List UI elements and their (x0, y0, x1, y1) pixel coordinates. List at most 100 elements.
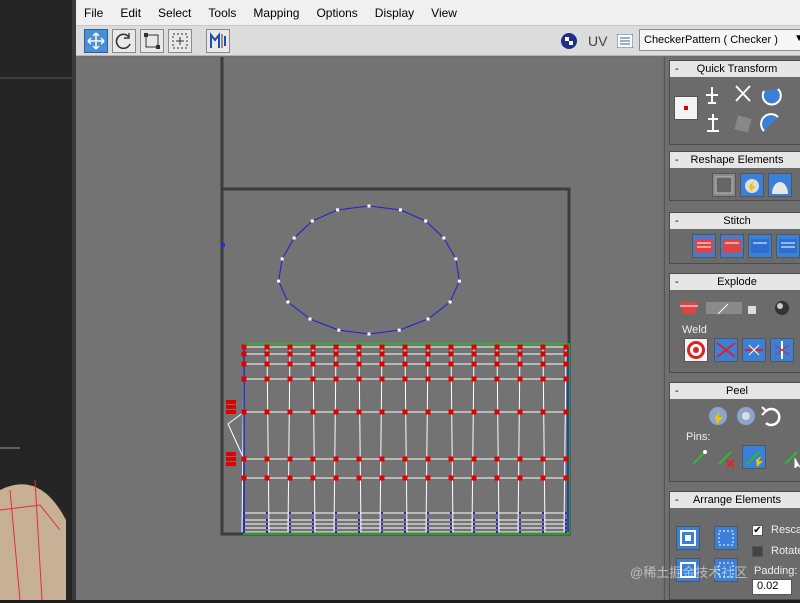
uv-vertex[interactable] (540, 475, 546, 481)
stitch-source-button[interactable] (720, 234, 744, 258)
explode-header[interactable]: - Explode (670, 274, 800, 290)
uv-vertex-small[interactable] (450, 531, 452, 533)
uv-vertex[interactable] (356, 361, 362, 367)
uv-vertex[interactable] (333, 456, 339, 462)
uv-vertex-small[interactable] (358, 519, 360, 521)
uv-vertex-small[interactable] (473, 512, 475, 514)
uv-vertex-small[interactable] (335, 531, 337, 533)
texture-list-icon[interactable] (617, 34, 633, 48)
uv-vertex-small[interactable] (404, 531, 406, 533)
uv-vertex-small[interactable] (496, 519, 498, 521)
texture-dropdown[interactable]: CheckerPattern ( Checker ) ▼ (639, 29, 800, 51)
uv-vertex[interactable] (310, 219, 314, 223)
uv-vertex-small[interactable] (519, 531, 521, 533)
uv-vertex[interactable] (563, 456, 569, 462)
uv-vertex[interactable] (264, 376, 270, 382)
uv-vertex[interactable] (448, 456, 454, 462)
uv-vertex[interactable] (517, 409, 523, 415)
uv-vertex[interactable] (356, 344, 362, 350)
menu-tools[interactable]: Tools (206, 6, 238, 20)
stitch-average-button[interactable] (748, 234, 772, 258)
uv-vertex[interactable] (356, 475, 362, 481)
uv-vertex[interactable] (333, 351, 339, 357)
uv-flap-vertex[interactable] (226, 405, 236, 409)
uv-vertex-small[interactable] (404, 512, 406, 514)
uv-vertex[interactable] (471, 456, 477, 462)
uv-vertex-small[interactable] (335, 512, 337, 514)
peel-header[interactable]: - Peel (670, 383, 800, 399)
uv-vertex-small[interactable] (542, 512, 544, 514)
uv-vertex[interactable] (494, 475, 500, 481)
explode-icons[interactable] (678, 296, 800, 320)
menu-mapping[interactable]: Mapping (251, 6, 301, 20)
uv-vertex-small[interactable] (450, 527, 452, 529)
uv-vertex[interactable] (454, 257, 458, 261)
uv-vertex-small[interactable] (289, 531, 291, 533)
uv-vertex[interactable] (264, 409, 270, 415)
uv-vertex[interactable] (241, 475, 247, 481)
uv-vertex-small[interactable] (565, 527, 567, 529)
uv-vertex[interactable] (426, 317, 430, 321)
uv-vertex-small[interactable] (381, 512, 383, 514)
uv-vertex[interactable] (402, 344, 408, 350)
uv-vertex[interactable] (425, 351, 431, 357)
uv-canvas-drawing[interactable] (76, 57, 662, 600)
uv-vertex-small[interactable] (473, 519, 475, 521)
uv-vertex[interactable] (356, 409, 362, 415)
uv-vertex[interactable] (402, 409, 408, 415)
uv-vertex[interactable] (333, 376, 339, 382)
menu-file[interactable]: File (82, 6, 105, 20)
uv-vertex[interactable] (241, 409, 247, 415)
uv-vertex[interactable] (367, 332, 371, 336)
uv-vertex[interactable] (402, 456, 408, 462)
uv-vertex-small[interactable] (427, 512, 429, 514)
uv-vertex[interactable] (337, 328, 341, 332)
uv-vertex-small[interactable] (450, 523, 452, 525)
uv-vertex[interactable] (292, 236, 296, 240)
uv-vertex-small[interactable] (266, 519, 268, 521)
uv-vertex[interactable] (402, 475, 408, 481)
uv-flap-vertex[interactable] (226, 462, 236, 466)
arrange-header[interactable]: - Arrange Elements (670, 492, 800, 508)
uv-vertex-small[interactable] (496, 527, 498, 529)
uv-vertex-small[interactable] (404, 523, 406, 525)
uv-vertex[interactable] (540, 376, 546, 382)
circle-button[interactable] (768, 173, 792, 197)
uv-vertex-small[interactable] (243, 531, 245, 533)
uv-vertex[interactable] (517, 376, 523, 382)
menu-edit[interactable]: Edit (118, 6, 143, 20)
uv-vertex-small[interactable] (289, 527, 291, 529)
uv-vertex[interactable] (494, 344, 500, 350)
uv-vertex-small[interactable] (496, 512, 498, 514)
uv-vertex-small[interactable] (358, 527, 360, 529)
uv-vertex-small[interactable] (312, 519, 314, 521)
uv-vertex-small[interactable] (565, 512, 567, 514)
uv-vertex-small[interactable] (427, 523, 429, 525)
uv-vertex[interactable] (563, 409, 569, 415)
uv-vertex-small[interactable] (496, 523, 498, 525)
uv-vertex-small[interactable] (473, 523, 475, 525)
weld-selected-button[interactable] (714, 338, 738, 362)
uv-flap-vertex[interactable] (226, 410, 236, 414)
uv-vertex-small[interactable] (266, 523, 268, 525)
uv-vertex[interactable] (471, 376, 477, 382)
uv-vertex-small[interactable] (358, 512, 360, 514)
menu-select[interactable]: Select (156, 6, 193, 20)
uv-vertex[interactable] (310, 475, 316, 481)
uv-vertex-small[interactable] (565, 523, 567, 525)
uv-vertex[interactable] (457, 279, 461, 283)
uv-vertex[interactable] (310, 361, 316, 367)
uv-vertex[interactable] (540, 456, 546, 462)
reshape-header[interactable]: - Reshape Elements (670, 152, 800, 168)
uv-vertex-small[interactable] (266, 512, 268, 514)
edit-uvws-window[interactable]: File Edit Select Tools Mapping Options D… (72, 0, 800, 600)
menu-options[interactable]: Options (314, 6, 359, 20)
uv-vertex[interactable] (517, 351, 523, 357)
uv-vertex-small[interactable] (542, 531, 544, 533)
straighten-button[interactable] (712, 173, 736, 197)
uv-vertex[interactable] (264, 475, 270, 481)
uv-vertex-small[interactable] (542, 523, 544, 525)
align-icons[interactable] (704, 81, 800, 141)
auto-pin-button[interactable] (742, 445, 766, 469)
uv-vertex[interactable] (287, 344, 293, 350)
